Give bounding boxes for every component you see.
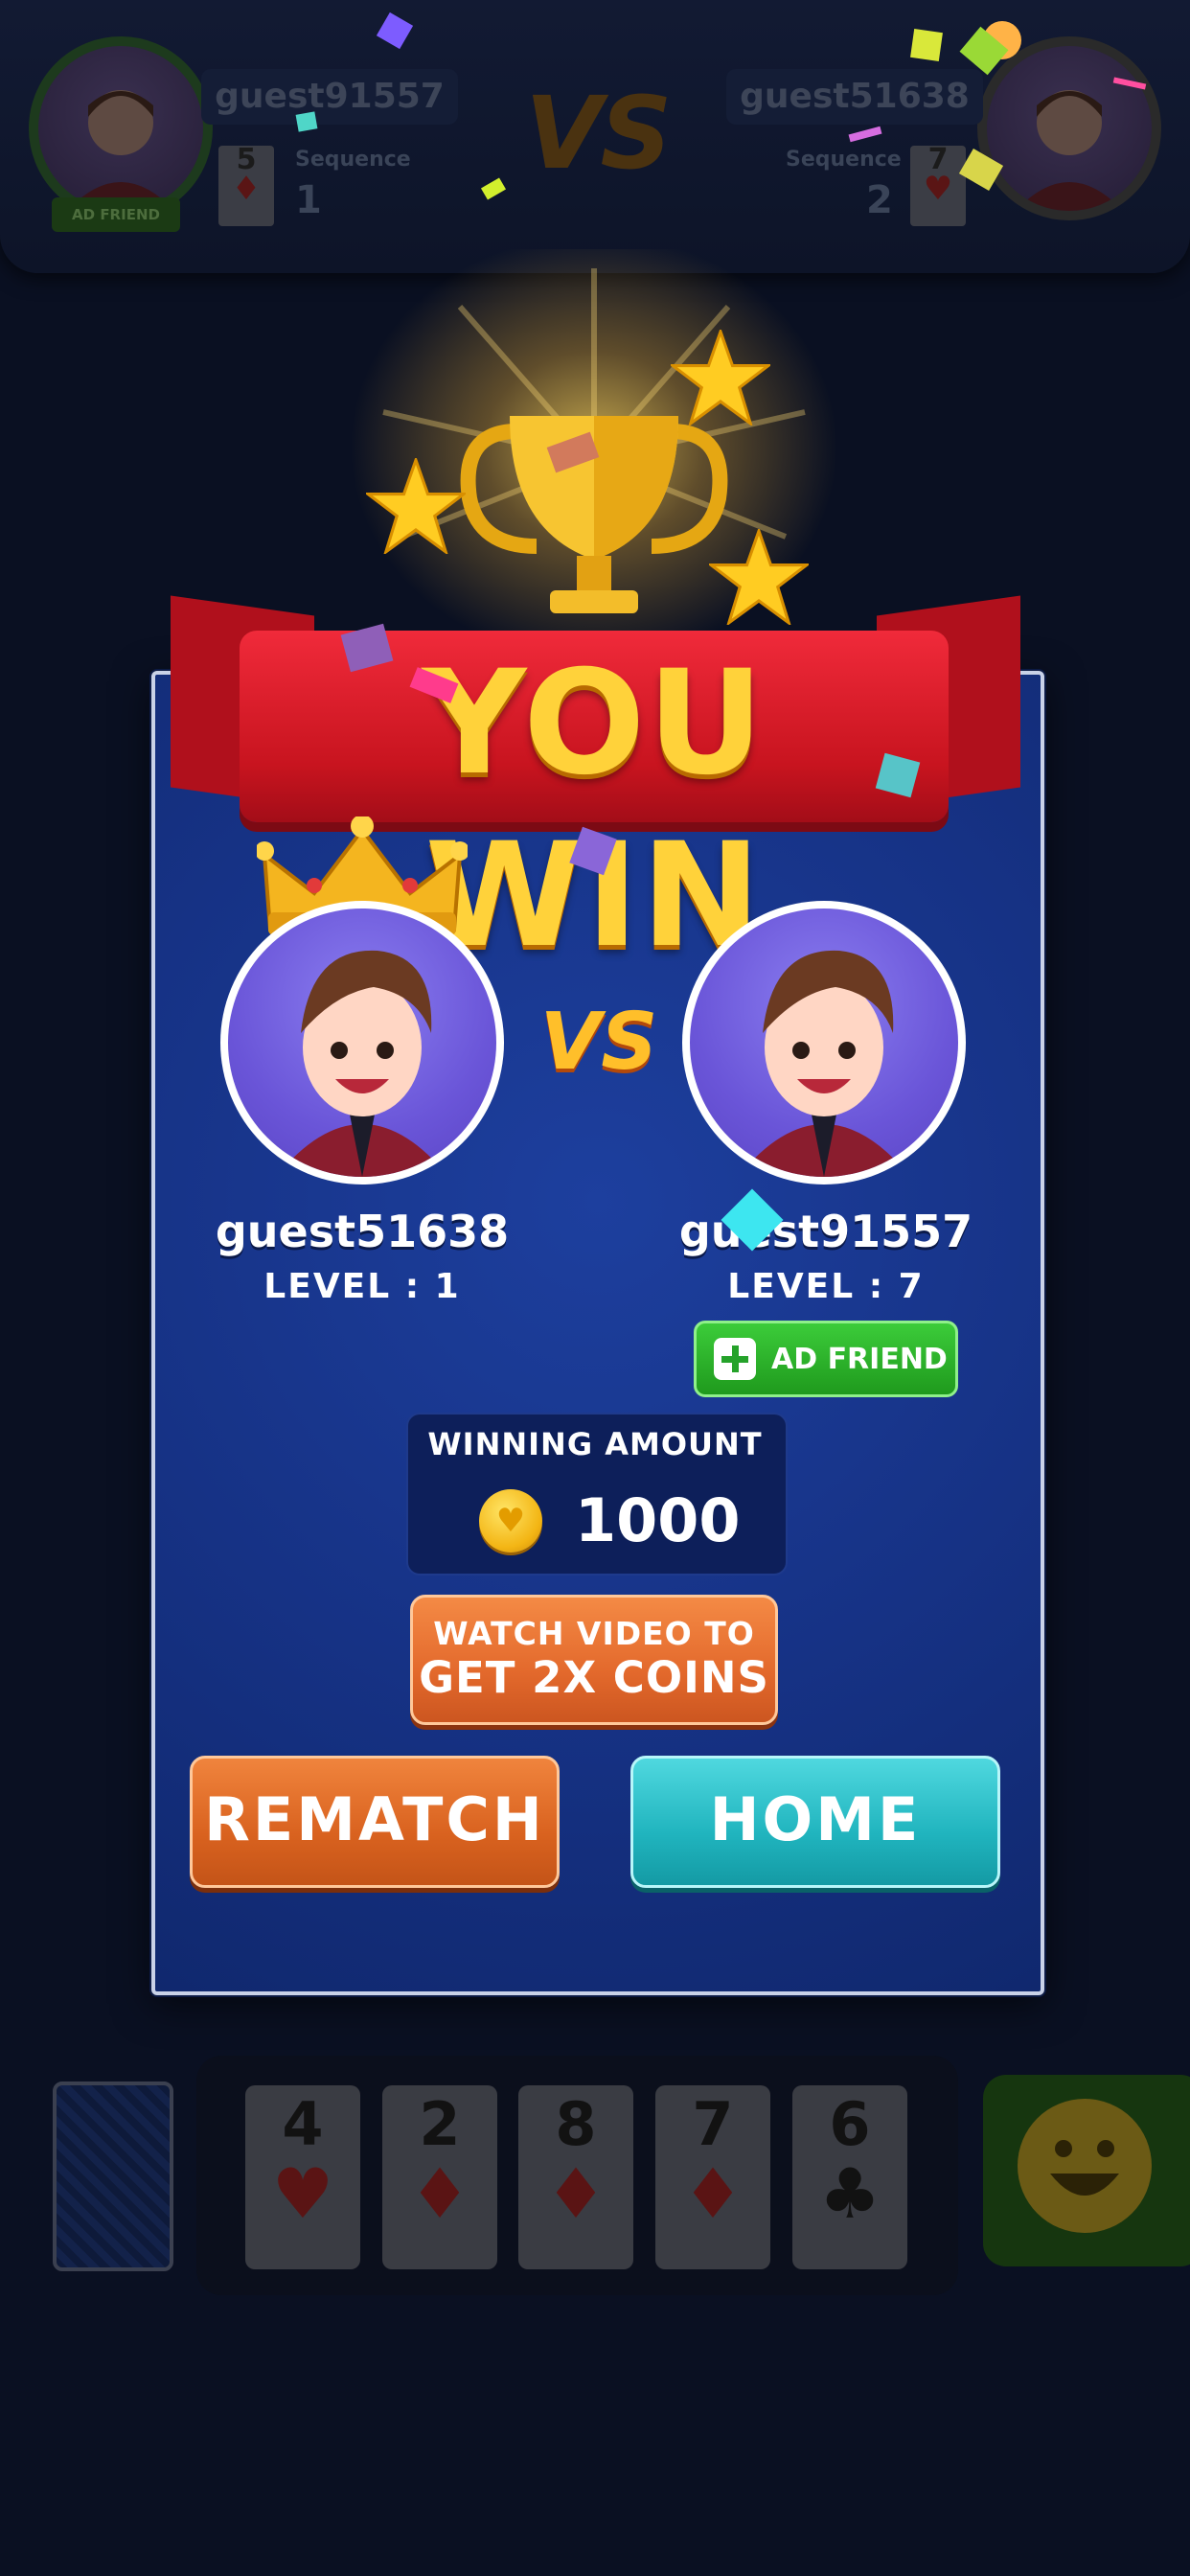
smiley-icon xyxy=(1018,2099,1152,2233)
top-vs-label: VS xyxy=(525,75,672,192)
diamond-icon: ♦ xyxy=(408,2153,471,2234)
hand-card[interactable]: 7 ♦ xyxy=(655,2085,770,2269)
opponent-avatar xyxy=(682,901,966,1184)
heart-icon: ♥ xyxy=(271,2153,334,2234)
player-right-name: guest51638 xyxy=(726,69,983,125)
confetti xyxy=(910,29,943,61)
right-sequence-card: 7 ♥ xyxy=(910,146,966,226)
left-sequence-value: 1 xyxy=(295,178,322,222)
card-rank: 2 xyxy=(419,2089,461,2159)
hand-card[interactable]: 6 ♣ xyxy=(792,2085,907,2269)
club-icon: ♣ xyxy=(818,2153,881,2234)
trophy-icon xyxy=(460,416,728,613)
winner-name: guest51638 xyxy=(215,1206,510,1257)
watch-video-line1: WATCH VIDEO TO xyxy=(433,1615,755,1652)
top-ad-friend-label: AD FRIEND xyxy=(72,206,160,223)
ad-friend-label: AD FRIEND xyxy=(771,1342,948,1376)
home-label: HOME xyxy=(709,1784,922,1854)
rematch-label: REMATCH xyxy=(204,1784,545,1854)
card-rank: 4 xyxy=(282,2089,324,2159)
home-button[interactable]: HOME xyxy=(630,1756,1000,1888)
player-right-avatar xyxy=(977,36,1161,220)
hand-card[interactable]: 8 ♦ xyxy=(518,2085,633,2269)
watch-video-button[interactable]: WATCH VIDEO TO GET 2X COINS xyxy=(410,1595,778,1725)
star-icon xyxy=(366,458,466,554)
coin-heart-icon: ♥ xyxy=(495,1502,526,1540)
star-icon xyxy=(709,529,809,625)
right-sequence-label: Sequence xyxy=(786,148,902,172)
card-rank: 7 xyxy=(692,2089,734,2159)
diamond-icon: ♦ xyxy=(544,2153,607,2234)
winner-level: LEVEL : 1 xyxy=(263,1267,461,1306)
winning-amount-label: WINNING AMOUNT xyxy=(427,1426,763,1462)
opponent-name: guest91557 xyxy=(678,1206,973,1257)
card-rank: 8 xyxy=(555,2089,597,2159)
watch-video-line2: GET 2X COINS xyxy=(419,1652,769,1703)
confetti xyxy=(295,111,318,132)
hand-card[interactable]: 2 ♦ xyxy=(382,2085,497,2269)
hand-card[interactable]: 4 ♥ xyxy=(245,2085,360,2269)
heart-icon: ♥ xyxy=(923,170,953,208)
star-icon xyxy=(671,330,770,426)
right-sequence-value: 2 xyxy=(866,178,893,222)
diamond-icon: ♦ xyxy=(231,170,262,208)
left-sequence-card: 5 ♦ xyxy=(218,146,274,226)
player-left-avatar xyxy=(29,36,213,220)
card-rank: 6 xyxy=(829,2089,871,2159)
dialog-vs-label: VS xyxy=(539,997,658,1088)
draw-deck[interactable] xyxy=(53,2082,173,2271)
top-ad-friend-button[interactable]: AD FRIEND xyxy=(52,197,180,232)
left-sequence-label: Sequence xyxy=(295,148,411,172)
winner-avatar xyxy=(220,901,504,1184)
rematch-button[interactable]: REMATCH xyxy=(190,1756,560,1888)
ad-friend-button[interactable]: AD FRIEND xyxy=(694,1321,958,1397)
player-left-name: guest91557 xyxy=(201,69,458,125)
opponent-level: LEVEL : 7 xyxy=(727,1267,925,1306)
winning-amount-value: 1000 xyxy=(575,1485,741,1555)
diamond-icon: ♦ xyxy=(681,2153,744,2234)
plus-icon xyxy=(714,1338,756,1380)
